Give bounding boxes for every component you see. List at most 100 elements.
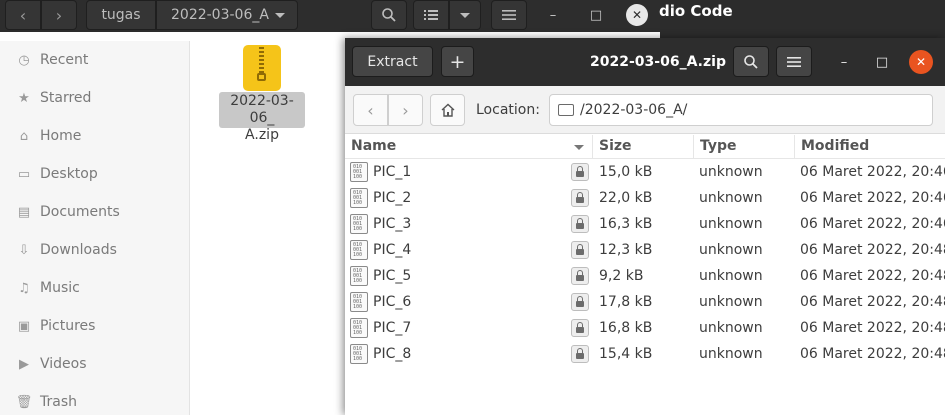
chevron-right-icon: › [402,100,409,120]
forward-button[interactable]: › [388,94,423,126]
chevron-down-icon [460,12,470,18]
file-type-cell: unknown [699,242,763,258]
trash-icon: 🗑 [15,394,33,410]
table-row[interactable]: 010 001 100 PIC_4 12,3 kB unknown 06 Mar… [345,237,945,263]
file-name-cell: PIC_8 [373,346,412,362]
places-sidebar: ◷ Recent ★ Starred ⌂ Home ▭ Desktop ▤ Documen… [0,41,190,415]
zipper-icon [259,47,264,73]
file-type-cell: unknown [699,164,763,180]
binary-file-icon: 010 001 100 [350,188,368,208]
home-button[interactable] [430,94,465,126]
file-size-cell: 22,0 kB [599,190,653,206]
breadcrumb-tugas[interactable]: tugas [86,0,156,30]
column-header-name[interactable]: Name [345,135,593,159]
binary-file-icon: 010 001 100 [350,162,368,182]
sidebar-item-music[interactable]: ♫ Music [0,269,190,307]
close-icon: ✕ [626,4,648,26]
back-button[interactable]: ‹ [5,0,41,30]
file-name-cell: PIC_2 [373,190,412,206]
view-toggle-button[interactable] [413,0,449,30]
sidebar-item-starred[interactable]: ★ Starred [0,79,190,117]
hamburger-icon [787,56,801,67]
sidebar-item-trash[interactable]: 🗑 Trash [0,383,190,415]
file-type-cell: unknown [699,190,763,206]
forward-button[interactable]: › [41,0,77,30]
sidebar-item-home[interactable]: ⌂ Home [0,117,190,155]
file-name-cell: PIC_6 [373,294,412,310]
add-files-button[interactable]: + [441,46,474,77]
table-row[interactable]: 010 001 100 PIC_2 22,0 kB unknown 06 Mar… [345,185,945,211]
table-row[interactable]: 010 001 100 PIC_7 16,8 kB unknown 06 Mar… [345,315,945,341]
table-row[interactable]: 010 001 100 PIC_3 16,3 kB unknown 06 Mar… [345,211,945,237]
minimize-button[interactable]: – [832,50,856,74]
maximize-button[interactable]: □ [870,50,894,74]
sidebar-item-label: Trash [40,394,77,410]
star-icon: ★ [18,90,30,106]
lock-icon [571,319,589,337]
sidebar-item-label: Documents [40,204,120,220]
breadcrumb-label: 2022-03-06_A [171,7,269,23]
breadcrumb-current-folder[interactable]: 2022-03-06_A [156,0,298,30]
file-modified-cell: 06 Maret 2022, 20:46 [800,216,945,232]
minimize-button[interactable]: – [538,0,568,30]
music-icon: ♫ [18,280,30,296]
sidebar-item-label: Pictures [40,318,96,334]
maximize-button[interactable]: □ [581,0,611,30]
table-header: Name Size Type Modified [345,135,945,159]
sidebar-item-recent[interactable]: ◷ Recent [0,41,190,79]
sidebar-item-label: Downloads [40,242,117,258]
file-name-cell: PIC_3 [373,216,412,232]
view-options-button[interactable] [449,0,481,30]
file-modified-cell: 06 Maret 2022, 20:48 [800,320,945,336]
lock-icon [571,293,589,311]
file-type-cell: unknown [699,294,763,310]
lock-icon [571,163,589,181]
table-row[interactable]: 010 001 100 PIC_1 15,0 kB unknown 06 Mar… [345,159,945,185]
file-size-cell: 17,8 kB [599,294,653,310]
file-type-cell: unknown [699,216,763,232]
sidebar-item-videos[interactable]: ▶ Videos [0,345,190,383]
sidebar-item-documents[interactable]: ▤ Documents [0,193,190,231]
table-row[interactable]: 010 001 100 PIC_5 9,2 kB unknown 06 Mare… [345,263,945,289]
menu-button[interactable] [776,46,812,77]
column-header-modified[interactable]: Modified [795,135,945,159]
file-modified-cell: 06 Maret 2022, 20:48 [800,242,945,258]
zip-archive-icon[interactable] [243,45,281,91]
file-size-cell: 15,0 kB [599,164,653,180]
hamburger-icon [502,10,516,20]
location-field[interactable]: /2022-03-06_A/ [549,94,933,126]
sidebar-item-label: Desktop [40,166,98,182]
file-name-cell: PIC_4 [373,242,412,258]
file-type-cell: unknown [699,320,763,336]
column-header-size[interactable]: Size [593,135,694,159]
sidebar-item-pictures[interactable]: ▣ Pictures [0,307,190,345]
table-row[interactable]: 010 001 100 PIC_8 15,4 kB unknown 06 Mar… [345,341,945,367]
lock-icon [571,215,589,233]
back-button[interactable]: ‹ [353,94,388,126]
table-row[interactable]: 010 001 100 PIC_6 17,8 kB unknown 06 Mar… [345,289,945,315]
file-name-line1: 2022-03-06_ [230,93,294,126]
sidebar-item-label: Home [40,128,82,144]
column-header-label: Name [351,138,397,154]
sidebar-item-downloads[interactable]: ⇩ Downloads [0,231,190,269]
archive-headerbar: Extract + 2022-03-06_A.zip – □ ✕ [345,38,945,86]
search-button[interactable] [733,46,769,77]
home-icon [441,103,454,117]
minimize-icon: – [840,54,848,70]
clock-icon: ◷ [18,52,30,68]
menu-button[interactable] [491,0,527,30]
file-name-cell: PIC_5 [373,268,412,284]
search-button[interactable] [371,0,407,30]
maximize-icon: □ [589,7,603,23]
file-type-cell: unknown [699,346,763,362]
binary-file-icon: 010 001 100 [350,266,368,286]
file-name-line2: A.zip [245,127,279,143]
close-button[interactable]: ✕ [622,0,652,30]
sidebar-item-desktop[interactable]: ▭ Desktop [0,155,190,193]
lock-icon [571,189,589,207]
binary-file-icon: 010 001 100 [350,240,368,260]
file-name-label[interactable]: 2022-03-06_ A.zip [219,92,305,143]
close-button[interactable]: ✕ [909,50,933,74]
column-header-type[interactable]: Type [694,135,795,159]
extract-button[interactable]: Extract [352,46,433,77]
